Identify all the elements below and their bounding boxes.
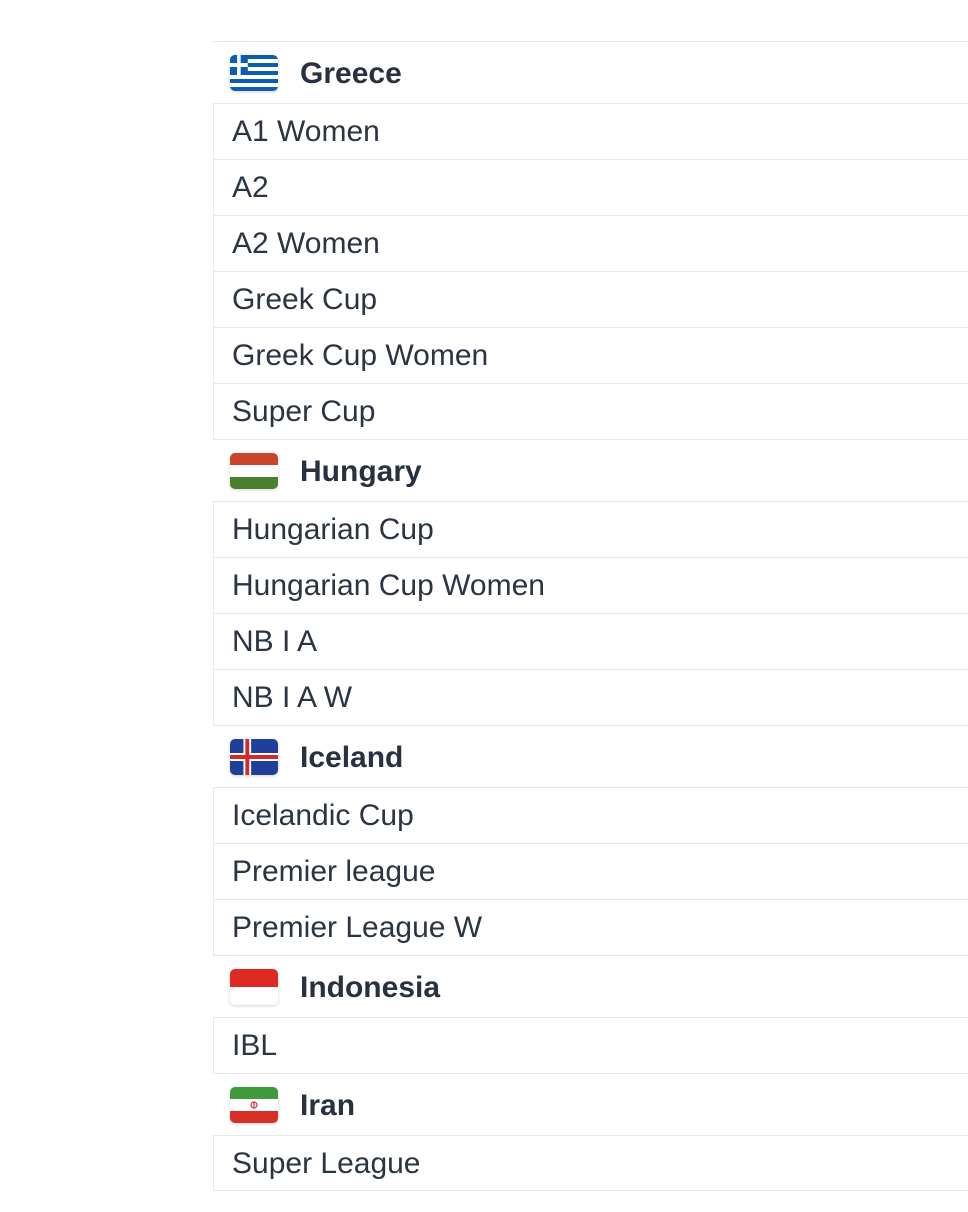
league-name: NB I A [232,625,318,658]
league-item[interactable]: Premier League W [213,899,968,955]
league-item[interactable]: Super Cup [213,383,968,439]
league-name: Premier league [232,855,436,888]
league-item[interactable]: NB I A W [213,669,968,725]
league-item[interactable]: IBL [213,1017,968,1073]
league-name: Premier League W [232,911,483,944]
league-item[interactable]: Greek Cup Women [213,327,968,383]
country-name: Indonesia [300,971,441,1004]
league-name: Super Cup [232,395,376,428]
league-name: A2 [232,171,269,204]
country-header-indonesia[interactable]: Indonesia [213,955,968,1017]
country-header-iran[interactable]: Iran [213,1073,968,1135]
iceland-flag-icon [230,739,278,775]
league-item[interactable]: A2 Women [213,215,968,271]
league-item[interactable]: Hungarian Cup Women [213,557,968,613]
hungary-flag-icon [230,453,278,489]
league-name: A1 Women [232,115,380,148]
league-name: A2 Women [232,227,380,260]
league-name: Greek Cup [232,283,378,316]
league-item[interactable]: Icelandic Cup [213,787,968,843]
league-item[interactable]: A2 [213,159,968,215]
league-item[interactable]: A1 Women [213,103,968,159]
league-item[interactable]: NB I A [213,613,968,669]
league-item[interactable]: Premier league [213,843,968,899]
league-name: Greek Cup Women [232,339,489,372]
league-name: Hungarian Cup Women [232,569,545,602]
league-name: Hungarian Cup [232,513,434,546]
country-header-greece[interactable]: Greece [213,41,968,103]
league-name: Icelandic Cup [232,799,414,832]
greece-flag-icon [230,55,278,91]
country-name: Iran [300,1089,356,1122]
iran-flag-icon [230,1087,278,1123]
country-name: Iceland [300,741,404,774]
league-name: NB I A W [232,681,353,714]
country-name: Greece [300,57,402,90]
country-league-list: Greece A1 Women A2 A2 Women Greek Cup Gr… [213,41,968,1191]
country-name: Hungary [300,455,422,488]
league-item[interactable]: Greek Cup [213,271,968,327]
league-item[interactable]: Super League [213,1135,968,1191]
indonesia-flag-icon [230,969,278,1005]
league-item[interactable]: Hungarian Cup [213,501,968,557]
country-header-hungary[interactable]: Hungary [213,439,968,501]
country-header-iceland[interactable]: Iceland [213,725,968,787]
league-name: Super League [232,1147,421,1180]
league-name: IBL [232,1029,278,1062]
